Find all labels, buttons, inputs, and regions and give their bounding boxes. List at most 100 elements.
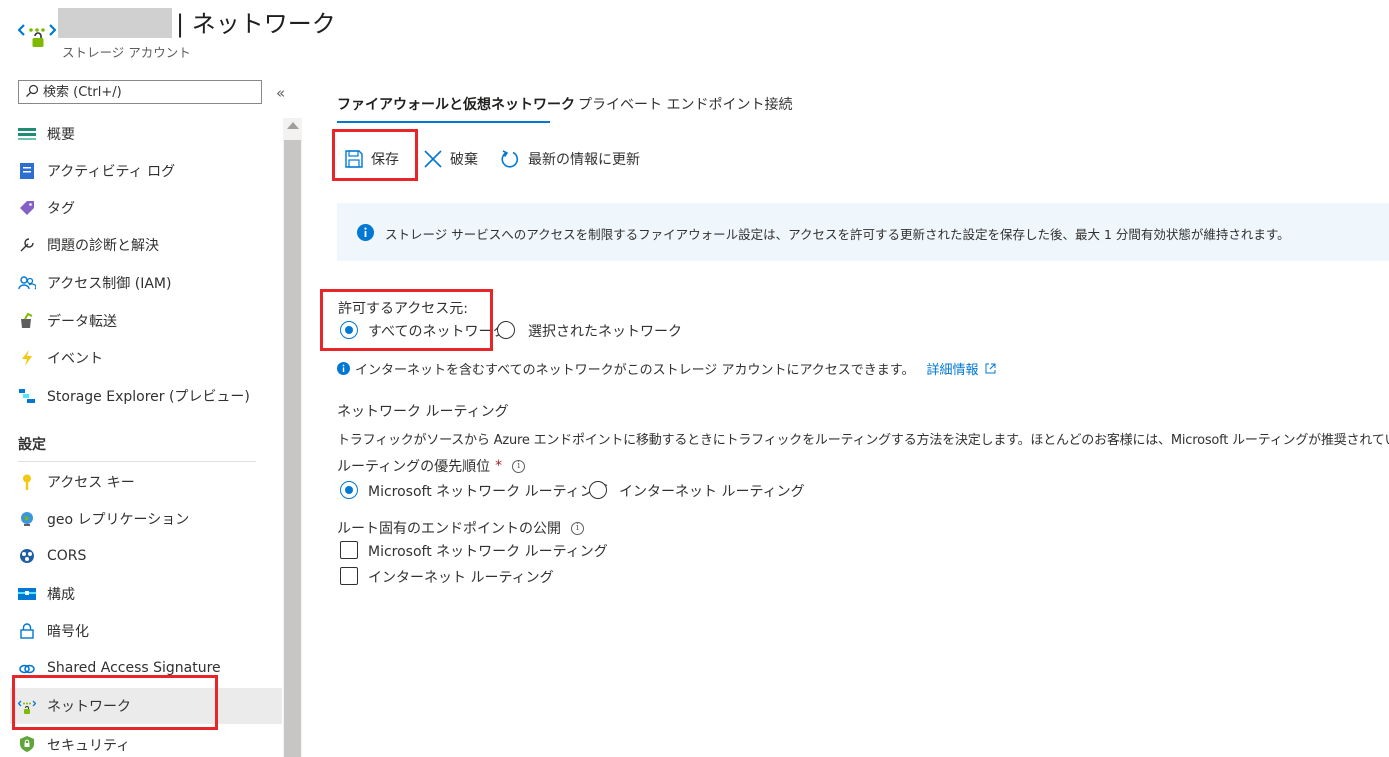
radio-internet-routing-label: インターネット ルーティング bbox=[619, 484, 805, 500]
info-tooltip-icon[interactable]: i bbox=[571, 521, 584, 535]
save-button[interactable]: 保存 bbox=[345, 146, 399, 172]
external-link-icon[interactable] bbox=[985, 363, 996, 374]
people-icon bbox=[18, 274, 36, 292]
sidebar-divider bbox=[18, 461, 256, 462]
shield-icon bbox=[18, 735, 36, 753]
sidebar-item-label: イベント bbox=[47, 351, 103, 367]
active-tab-indicator bbox=[337, 121, 550, 123]
sidebar-item-label: セキュリティ bbox=[47, 738, 131, 754]
info-tooltip-icon[interactable]: i bbox=[512, 459, 526, 473]
access-info: インターネットを含むすべてのネットワークがこのストレージ アカウントにアクセスで… bbox=[337, 359, 996, 378]
sidebar-item-activity-log[interactable]: アクティビティ ログ bbox=[10, 153, 282, 189]
sidebar-item-label: geo レプリケーション bbox=[47, 512, 190, 528]
discard-button[interactable]: 破棄 bbox=[424, 146, 478, 172]
close-icon bbox=[424, 150, 442, 168]
activity-log-icon bbox=[18, 162, 36, 180]
publish-row: ルート固有のエンドポイントの公開 i bbox=[337, 518, 584, 538]
page-subtitle: ストレージ アカウント bbox=[62, 45, 191, 60]
sidebar-item-label: ネットワーク bbox=[47, 699, 131, 715]
banner-text: ストレージ サービスへのアクセスを制限するファイアウォール設定は、アクセスを許可… bbox=[385, 227, 1290, 242]
tab-private-endpoints[interactable]: プライベート エンドポイント接続 bbox=[578, 94, 792, 114]
radio-selected-networks-label: 選択されたネットワーク bbox=[528, 324, 682, 340]
sidebar-scrollbar-thumb[interactable] bbox=[284, 140, 301, 757]
lock-icon bbox=[18, 622, 36, 640]
sidebar-item-diagnose[interactable]: 問題の診断と解決 bbox=[10, 227, 282, 263]
network-logo-icon bbox=[17, 14, 57, 52]
refresh-icon bbox=[501, 150, 519, 168]
radio-selected-networks[interactable] bbox=[497, 321, 515, 339]
save-label: 保存 bbox=[371, 152, 399, 168]
cors-icon bbox=[18, 547, 36, 565]
learn-more-link[interactable]: 詳細情報 bbox=[927, 359, 979, 378]
sidebar-item-geo-replication[interactable]: geo レプリケーション bbox=[10, 501, 282, 537]
lightning-icon bbox=[18, 349, 36, 367]
sidebar-item-network[interactable]: ネットワーク bbox=[10, 688, 282, 724]
routing-preference-label: ルーティングの優先順位 bbox=[337, 459, 491, 475]
required-mark: * bbox=[495, 458, 503, 474]
link-icon bbox=[18, 660, 36, 678]
sidebar-item-label: Shared Access Signature bbox=[47, 660, 221, 676]
redacted-account-name bbox=[58, 8, 172, 38]
tag-icon bbox=[18, 199, 36, 217]
sidebar-item-configuration[interactable]: 構成 bbox=[10, 576, 282, 612]
sidebar-item-overview[interactable]: 概要 bbox=[10, 116, 282, 152]
info-icon bbox=[337, 362, 350, 375]
radio-all-networks[interactable] bbox=[340, 321, 358, 339]
routing-title: ネットワーク ルーティング bbox=[337, 404, 509, 420]
publish-label: ルート固有のエンドポイントの公開 bbox=[337, 521, 561, 537]
collapse-sidebar-button[interactable]: « bbox=[276, 84, 285, 102]
search-input[interactable] bbox=[43, 82, 253, 102]
sidebar-item-label: Storage Explorer (プレビュー) bbox=[47, 389, 250, 405]
sidebar-item-data-transfer[interactable]: データ転送 bbox=[10, 303, 282, 339]
storage-explorer-icon bbox=[18, 387, 36, 405]
sidebar-item-cors[interactable]: CORS bbox=[10, 538, 282, 574]
sidebar-item-label: 暗号化 bbox=[47, 624, 89, 640]
page-title: | ネットワーク bbox=[176, 10, 336, 38]
checkbox-publish-internet[interactable] bbox=[340, 567, 358, 585]
tab-firewall[interactable]: ファイアウォールと仮想ネットワーク bbox=[337, 94, 575, 114]
sidebar-item-label: CORS bbox=[47, 548, 87, 564]
routing-description: トラフィックがソースから Azure エンドポイントに移動するときにトラフィック… bbox=[337, 433, 1389, 448]
network-icon bbox=[18, 697, 36, 715]
checkbox-publish-microsoft-label: Microsoft ネットワーク ルーティング bbox=[368, 544, 608, 560]
globe-icon bbox=[18, 510, 36, 528]
sidebar-item-label: 構成 bbox=[47, 587, 75, 603]
overview-icon bbox=[18, 125, 36, 143]
sidebar-item-label: アクティビティ ログ bbox=[47, 164, 176, 180]
sidebar-item-label: 概要 bbox=[47, 127, 75, 143]
configuration-icon bbox=[18, 585, 36, 603]
radio-microsoft-routing[interactable] bbox=[340, 481, 358, 499]
sidebar-item-sas[interactable]: Shared Access Signature bbox=[10, 651, 282, 679]
search-icon bbox=[26, 84, 39, 97]
routing-preference-row: ルーティングの優先順位 * i bbox=[337, 456, 526, 476]
wrench-icon bbox=[18, 236, 36, 254]
radio-microsoft-routing-label: Microsoft ネットワーク ルーティング bbox=[368, 484, 608, 500]
sidebar-item-label: アクセス制御 (IAM) bbox=[47, 276, 172, 292]
access-label: 許可するアクセス元: bbox=[338, 301, 469, 317]
scroll-up-arrow-icon[interactable] bbox=[287, 122, 299, 129]
refresh-button[interactable]: 最新の情報に更新 bbox=[500, 146, 640, 172]
sidebar-item-label: 問題の診断と解決 bbox=[47, 238, 159, 254]
sidebar-search[interactable] bbox=[18, 80, 262, 104]
radio-internet-routing[interactable] bbox=[589, 481, 607, 499]
checkbox-publish-microsoft[interactable] bbox=[340, 541, 358, 559]
sidebar-section-settings: 設定 bbox=[18, 437, 46, 453]
radio-all-networks-label: すべてのネットワーク bbox=[368, 324, 507, 340]
sidebar-item-iam[interactable]: アクセス制御 (IAM) bbox=[10, 265, 282, 301]
save-icon bbox=[345, 150, 363, 168]
checkbox-publish-internet-label: インターネット ルーティング bbox=[368, 570, 554, 586]
access-info-text: インターネットを含むすべてのネットワークがこのストレージ アカウントにアクセスで… bbox=[355, 363, 915, 378]
sidebar-item-encryption[interactable]: 暗号化 bbox=[10, 613, 282, 649]
sidebar-item-access-keys[interactable]: アクセス キー bbox=[10, 464, 282, 500]
sidebar-item-label: アクセス キー bbox=[47, 475, 135, 491]
refresh-label: 最新の情報に更新 bbox=[528, 152, 640, 168]
discard-label: 破棄 bbox=[450, 152, 478, 168]
sidebar-item-security[interactable]: セキュリティ bbox=[10, 725, 282, 757]
sidebar-item-label: タグ bbox=[47, 201, 75, 217]
sidebar-item-events[interactable]: イベント bbox=[10, 340, 282, 376]
sidebar-item-tags[interactable]: タグ bbox=[10, 190, 282, 226]
data-transfer-icon bbox=[18, 312, 36, 330]
info-icon bbox=[357, 224, 374, 241]
sidebar-item-storage-explorer[interactable]: Storage Explorer (プレビュー) bbox=[10, 378, 282, 414]
key-icon bbox=[18, 473, 36, 491]
